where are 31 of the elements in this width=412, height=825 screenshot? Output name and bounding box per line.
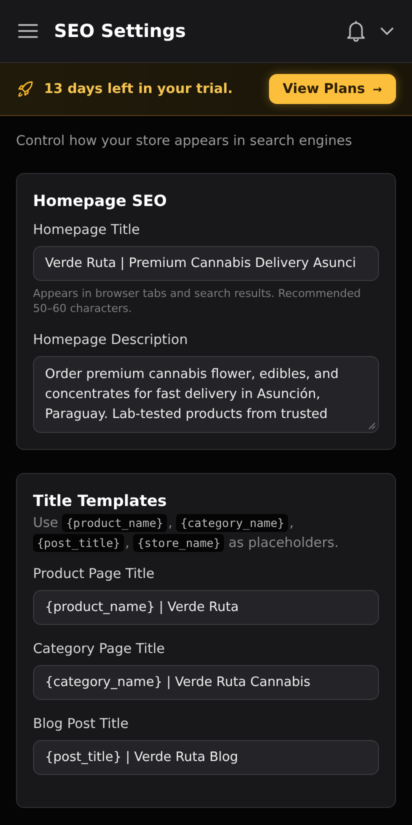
help-text: Appears in browser tabs and search results. Recommended 50–60 characters. bbox=[33, 286, 362, 316]
field-label: Blog Post Title bbox=[33, 716, 130, 732]
hint-text: , bbox=[289, 515, 294, 531]
input-field[interactable]: {product_name} | Verde Ruta bbox=[33, 590, 379, 625]
textarea-field[interactable]: Order premium cannabis flower, edibles, and concentrates for fast delivery in Asunción, Paraguay. Lab-tested products from trusted bbox=[33, 356, 379, 433]
field-label: Product Page Title bbox=[33, 566, 156, 582]
hint-text: Use bbox=[33, 515, 58, 531]
hint-text: , bbox=[125, 535, 130, 551]
field-label: Category Page Title bbox=[33, 641, 166, 657]
input-field[interactable]: {post_title} | Verde Ruta Blog bbox=[33, 740, 379, 775]
chevron-down-icon[interactable] bbox=[380, 26, 394, 36]
hint-text: as placeholders. bbox=[228, 535, 339, 551]
rocket-icon bbox=[16, 80, 34, 98]
card-heading: Title Templates bbox=[33, 492, 168, 510]
view-plans-button[interactable]: View Plans → bbox=[268, 74, 396, 104]
bell-icon[interactable] bbox=[346, 20, 366, 42]
resize-handle-icon[interactable] bbox=[368, 422, 376, 430]
placeholder-token: {post_title} bbox=[33, 534, 124, 552]
field-label: Homepage Description bbox=[33, 332, 189, 348]
placeholder-token: {store_name} bbox=[133, 534, 224, 552]
page-subtitle: Control how your store appears in search engines bbox=[16, 133, 353, 149]
page-title: SEO Settings bbox=[54, 20, 186, 42]
placeholder-token: {product_name} bbox=[62, 514, 168, 532]
placeholder-token: {category_name} bbox=[176, 514, 288, 532]
card-heading: Homepage SEO bbox=[33, 192, 168, 210]
hint-text: , bbox=[168, 515, 172, 531]
menu-icon[interactable] bbox=[18, 23, 38, 39]
trial-message: 13 days left in your trial. bbox=[44, 81, 233, 97]
input-field[interactable]: Verde Ruta | Premium Cannabis Delivery Asunci bbox=[33, 246, 379, 281]
input-field[interactable]: {category_name} | Verde Ruta Cannabis bbox=[33, 665, 379, 700]
field-label: Homepage Title bbox=[33, 222, 141, 238]
